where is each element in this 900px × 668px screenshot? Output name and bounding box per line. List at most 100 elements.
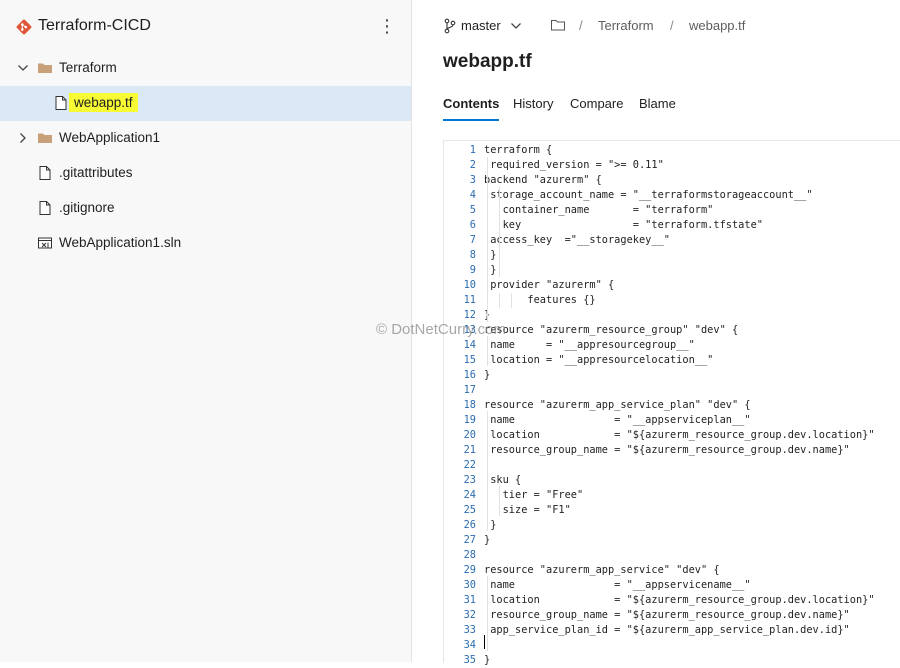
file-viewer-panel: master / Terraform / webapp.tf webapp.tf… [376,0,900,666]
code-text: resource "azurerm_app_service_plan" "dev… [484,399,751,411]
line-number: 11 [463,294,476,306]
code-line: 33 app_service_plan_id = "${azurerm_app_… [444,623,900,638]
tab-blame[interactable]: Blame [639,96,676,119]
code-text: terraform { [484,144,553,156]
code-text: size = "F1" [484,504,571,516]
line-number: 21 [463,444,476,456]
line-number: 5 [469,204,476,216]
git-repo-icon [16,19,32,35]
code-line: 11 features {} [444,293,900,308]
tree-item-label: webapp.tf [69,93,138,112]
code-line: 23 sku { [444,473,900,488]
line-number: 6 [469,219,476,231]
line-number: 19 [463,414,476,426]
code-line: 34 [444,638,900,653]
branch-icon [444,18,456,34]
folder-icon [38,63,52,73]
chevron-down-icon[interactable] [510,20,522,32]
code-text: name = "__appservicename__" [484,579,751,591]
line-number: 35 [463,654,476,666]
code-line: 26 } [444,518,900,533]
branch-selector[interactable]: master [461,18,501,33]
code-text: resource_group_name = "${azurerm_resourc… [484,609,850,621]
breadcrumb-webapp-tf[interactable]: webapp.tf [689,18,745,33]
code-text: } [484,654,491,666]
code-text: access_key ="__storagekey__" [484,234,670,246]
text-cursor [484,635,485,649]
line-number: 26 [463,519,476,531]
line-number: 23 [463,474,476,486]
code-line: 30 name = "__appservicename__" [444,578,900,593]
file-tabs: Contents History Compare Blame [443,96,883,126]
line-number: 34 [463,639,476,651]
chevron-down-icon[interactable] [17,62,29,74]
code-line: 18 resource "azurerm_app_service_plan" "d… [444,398,900,413]
code-text: } [484,369,491,381]
code-line: 8 } [444,248,900,263]
code-text: resource_group_name = "${azurerm_resourc… [484,444,850,456]
code-editor[interactable]: 1 terraform { 2 required_version = ">= 0.1… [443,140,900,666]
file-icon [39,201,51,215]
code-line: 13 resource "azurerm_resource_group" "dev… [444,323,900,338]
code-text: backend "azurerm" { [484,174,602,186]
line-number: 1 [469,144,476,156]
indent-guide [499,187,500,277]
breadcrumb-separator: / [579,18,583,33]
code-text: location = "${azurerm_resource_group.dev… [484,429,875,441]
breadcrumb-terraform[interactable]: Terraform [598,18,654,33]
tree-item-gitignore[interactable]: .gitignore [0,191,411,226]
line-number: 2 [469,159,476,171]
line-number: 10 [463,279,476,291]
code-line: 3 backend "azurerm" { [444,173,900,188]
line-number: 27 [463,534,476,546]
indent-guide [487,576,488,651]
code-line: 32 resource_group_name = "${azurerm_reso… [444,608,900,623]
line-number: 9 [469,264,476,276]
code-line: 20 location = "${azurerm_resource_group.… [444,428,900,443]
tree-item-gitattributes[interactable]: .gitattributes [0,156,411,191]
tree-item-label: .gitattributes [59,165,133,180]
tree-item-webapplication1[interactable]: WebApplication1 [0,121,411,156]
code-line: 21 resource_group_name = "${azurerm_reso… [444,443,900,458]
code-text: location = "${azurerm_resource_group.dev… [484,594,875,606]
solution-file-icon [38,237,52,249]
code-line: 14 name = "__appresourcegroup__" [444,338,900,353]
tab-compare[interactable]: Compare [570,96,623,119]
tree-item-label: .gitignore [59,200,115,215]
indent-guide [499,486,500,516]
line-number: 20 [463,429,476,441]
line-number: 3 [469,174,476,186]
code-line: 24 tier = "Free" [444,488,900,503]
code-text: provider "azurerm" { [484,279,615,291]
line-number: 8 [469,249,476,261]
code-line: 4 storage_account_name = "__terraformsto… [444,188,900,203]
repo-name[interactable]: Terraform-CICD [38,17,151,35]
tree-item-terraform[interactable]: Terraform [0,51,411,86]
code-line: 7 access_key ="__storagekey__" [444,233,900,248]
tab-contents[interactable]: Contents [443,96,500,121]
code-text: features {} [484,294,596,306]
line-number: 30 [463,579,476,591]
line-number: 24 [463,489,476,501]
indent-guide [487,411,488,531]
code-line: 27} [444,533,900,548]
line-number: 14 [463,339,476,351]
code-text: } [484,534,491,546]
watermark: © DotNetCurry.com [376,321,506,338]
code-line: 5 container_name = "terraform" [444,203,900,218]
tab-history[interactable]: History [513,96,553,119]
code-text: } [484,519,497,531]
indent-guide [511,293,512,308]
folder-outline-icon[interactable] [550,17,566,33]
indent-guide [487,336,488,366]
tree-item-webapp-tf[interactable]: webapp.tf [0,86,411,121]
code-text: resource "azurerm_resource_group" "dev" … [484,324,739,336]
code-text: storage_account_name = "__terraformstora… [484,189,813,201]
more-options-button[interactable]: ⋮ [378,16,396,38]
file-header-bar: master / Terraform / webapp.tf [444,16,884,38]
chevron-right-icon[interactable] [17,132,29,144]
tree-item-webapplication1-sln[interactable]: WebApplication1.sln [0,226,411,261]
tree-item-label: WebApplication1.sln [59,235,182,250]
code-text: required_version = ">= 0.11" [484,159,664,171]
tree-item-label: WebApplication1 [59,130,161,145]
